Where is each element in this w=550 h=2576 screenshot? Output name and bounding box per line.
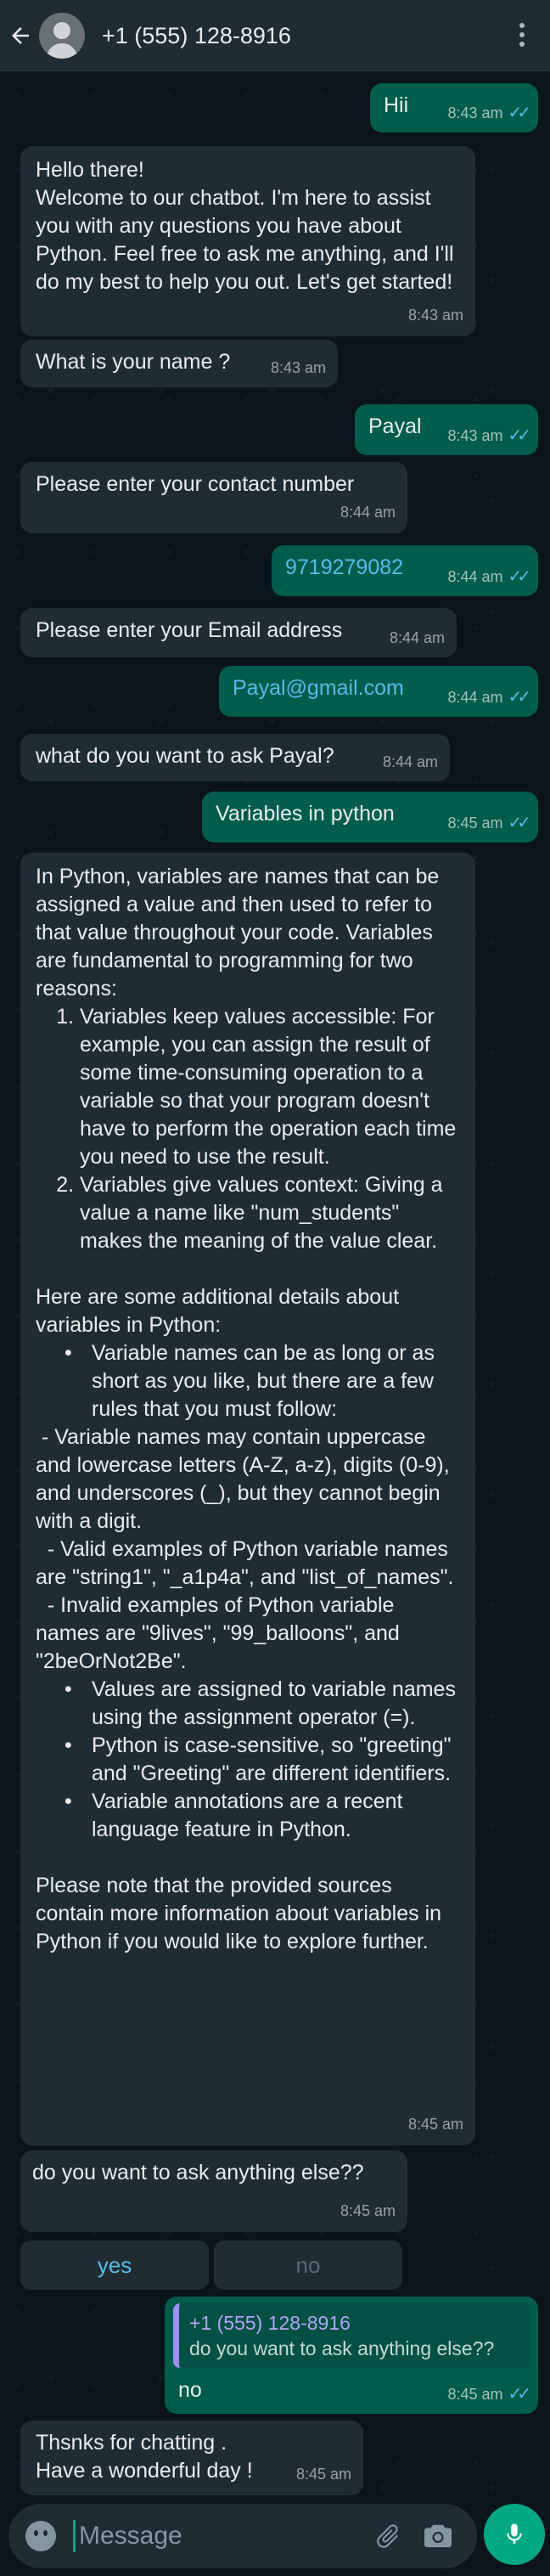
message-time: 8:43 am (447, 104, 503, 121)
message-text: Please enter your contact number (36, 472, 355, 496)
message-incoming[interactable]: Please enter your contact number 8:44 am (20, 462, 407, 533)
avatar[interactable] (39, 13, 85, 59)
read-ticks-icon: ✓✓ (508, 688, 530, 707)
read-ticks-icon: ✓✓ (508, 814, 530, 832)
message-outgoing[interactable]: Payal 8:43 am ✓✓ (355, 404, 538, 455)
details-intro: Here are some additional details about v… (36, 1285, 400, 1337)
message-text: Please enter your Email address (36, 618, 343, 642)
camera-icon[interactable] (423, 2522, 453, 2554)
message-input-bar[interactable]: Message (8, 2504, 477, 2568)
message-time: 8:44 am (447, 689, 503, 706)
read-ticks-icon: ✓✓ (508, 104, 530, 122)
quick-reply-label: yes (97, 2252, 132, 2278)
more-vert-icon[interactable] (518, 19, 526, 53)
attach-icon[interactable] (373, 2521, 402, 2556)
read-ticks-icon: ✓✓ (508, 567, 530, 586)
mic-button[interactable] (484, 2504, 545, 2565)
message-outgoing[interactable]: +1 (555) 128-8916 do you want to ask any… (165, 2297, 538, 2414)
message-incoming[interactable]: do you want to ask anything else?? 8:45 … (20, 2150, 407, 2232)
message-outgoing[interactable]: Payal@gmail.com 8:44 am ✓✓ (219, 666, 538, 717)
quick-reply-no: no (214, 2241, 402, 2290)
mic-icon (507, 2523, 522, 2545)
contact-name[interactable]: +1 (555) 128-8916 (102, 23, 291, 49)
message-input[interactable]: Message (79, 2522, 182, 2551)
answer-closing: Please note that the provided sources co… (36, 1874, 442, 1953)
message-incoming[interactable]: Thsnks for chatting . Have a wonderful d… (20, 2421, 363, 2495)
message-text: do you want to ask anything else?? (32, 2161, 364, 2184)
message-outgoing[interactable]: 9719279082 8:44 am ✓✓ (272, 545, 538, 596)
message-text: Hello there! Welcome to our chatbot. I'm… (36, 158, 454, 294)
rule-text: - Invalid examples of Python variable na… (36, 1593, 406, 1673)
emoji-icon[interactable] (25, 2521, 56, 2551)
answer-intro: In Python, variables are names that can … (36, 865, 440, 1001)
message-time: 8:45 am (407, 2116, 463, 2133)
message-outgoing[interactable]: Variables in python 8:45 am ✓✓ (202, 792, 538, 843)
list-item: Values are assigned to variable names us… (65, 1676, 460, 1732)
text-caret (73, 2520, 76, 2552)
numbered-list: Variables keep values accessible: For ex… (63, 1003, 460, 1255)
rule-text: - Variable names may contain uppercase a… (36, 1425, 456, 1533)
message-time: 8:43 am (270, 359, 326, 376)
rule-text: - Valid examples of Python variable name… (36, 1537, 454, 1589)
message-time: 8:44 am (382, 753, 438, 770)
message-incoming[interactable]: Please enter your Email address 8:44 am (20, 608, 457, 657)
message-time: 8:45 am (447, 2386, 503, 2403)
message-incoming[interactable]: What is your name ? 8:43 am (20, 340, 338, 387)
message-time: 8:44 am (389, 629, 445, 646)
quoted-message[interactable]: +1 (555) 128-8916 do you want to ask any… (173, 2303, 530, 2368)
message-time: 8:44 am (340, 504, 396, 521)
message-time: 8:45 am (340, 2202, 396, 2219)
list-item: Variables keep values accessible: For ex… (80, 1003, 460, 1171)
list-item: Python is case-sensitive, so "greeting" … (65, 1732, 460, 1788)
message-time: 8:44 am (447, 568, 503, 585)
bullet-list: Variable names can be as long or as shor… (63, 1339, 460, 1423)
message-incoming[interactable]: Hello there! Welcome to our chatbot. I'm… (20, 146, 475, 336)
message-time: 8:43 am (407, 307, 463, 324)
message-time: 8:45 am (295, 2466, 351, 2483)
chat-header: +1 (555) 128-8916 (0, 0, 550, 71)
bullet-list: Values are assigned to variable names us… (63, 1676, 460, 1844)
message-incoming[interactable]: what do you want to ask Payal? 8:44 am (20, 734, 450, 781)
quick-reply-label: no (295, 2252, 321, 2278)
message-incoming[interactable]: In Python, variables are names that can … (20, 853, 475, 2145)
read-ticks-icon: ✓✓ (508, 426, 530, 445)
read-ticks-icon: ✓✓ (508, 2385, 530, 2404)
message-time: 8:43 am (447, 427, 503, 444)
message-outgoing[interactable]: Hii 8:43 am ✓✓ (370, 83, 538, 132)
message-text: what do you want to ask Payal? (36, 744, 334, 768)
quick-reply-yes[interactable]: yes (20, 2241, 209, 2290)
list-item: Variables give values context: Giving a … (80, 1171, 460, 1255)
list-item: Variable names can be as long or as shor… (65, 1339, 460, 1423)
quote-author: +1 (555) 128-8916 (189, 2312, 351, 2334)
back-arrow-icon[interactable] (3, 0, 37, 71)
list-item: Variable annotations are a recent langua… (65, 1788, 460, 1844)
message-time: 8:45 am (447, 815, 503, 831)
quote-text: do you want to ask anything else?? (189, 2337, 495, 2359)
